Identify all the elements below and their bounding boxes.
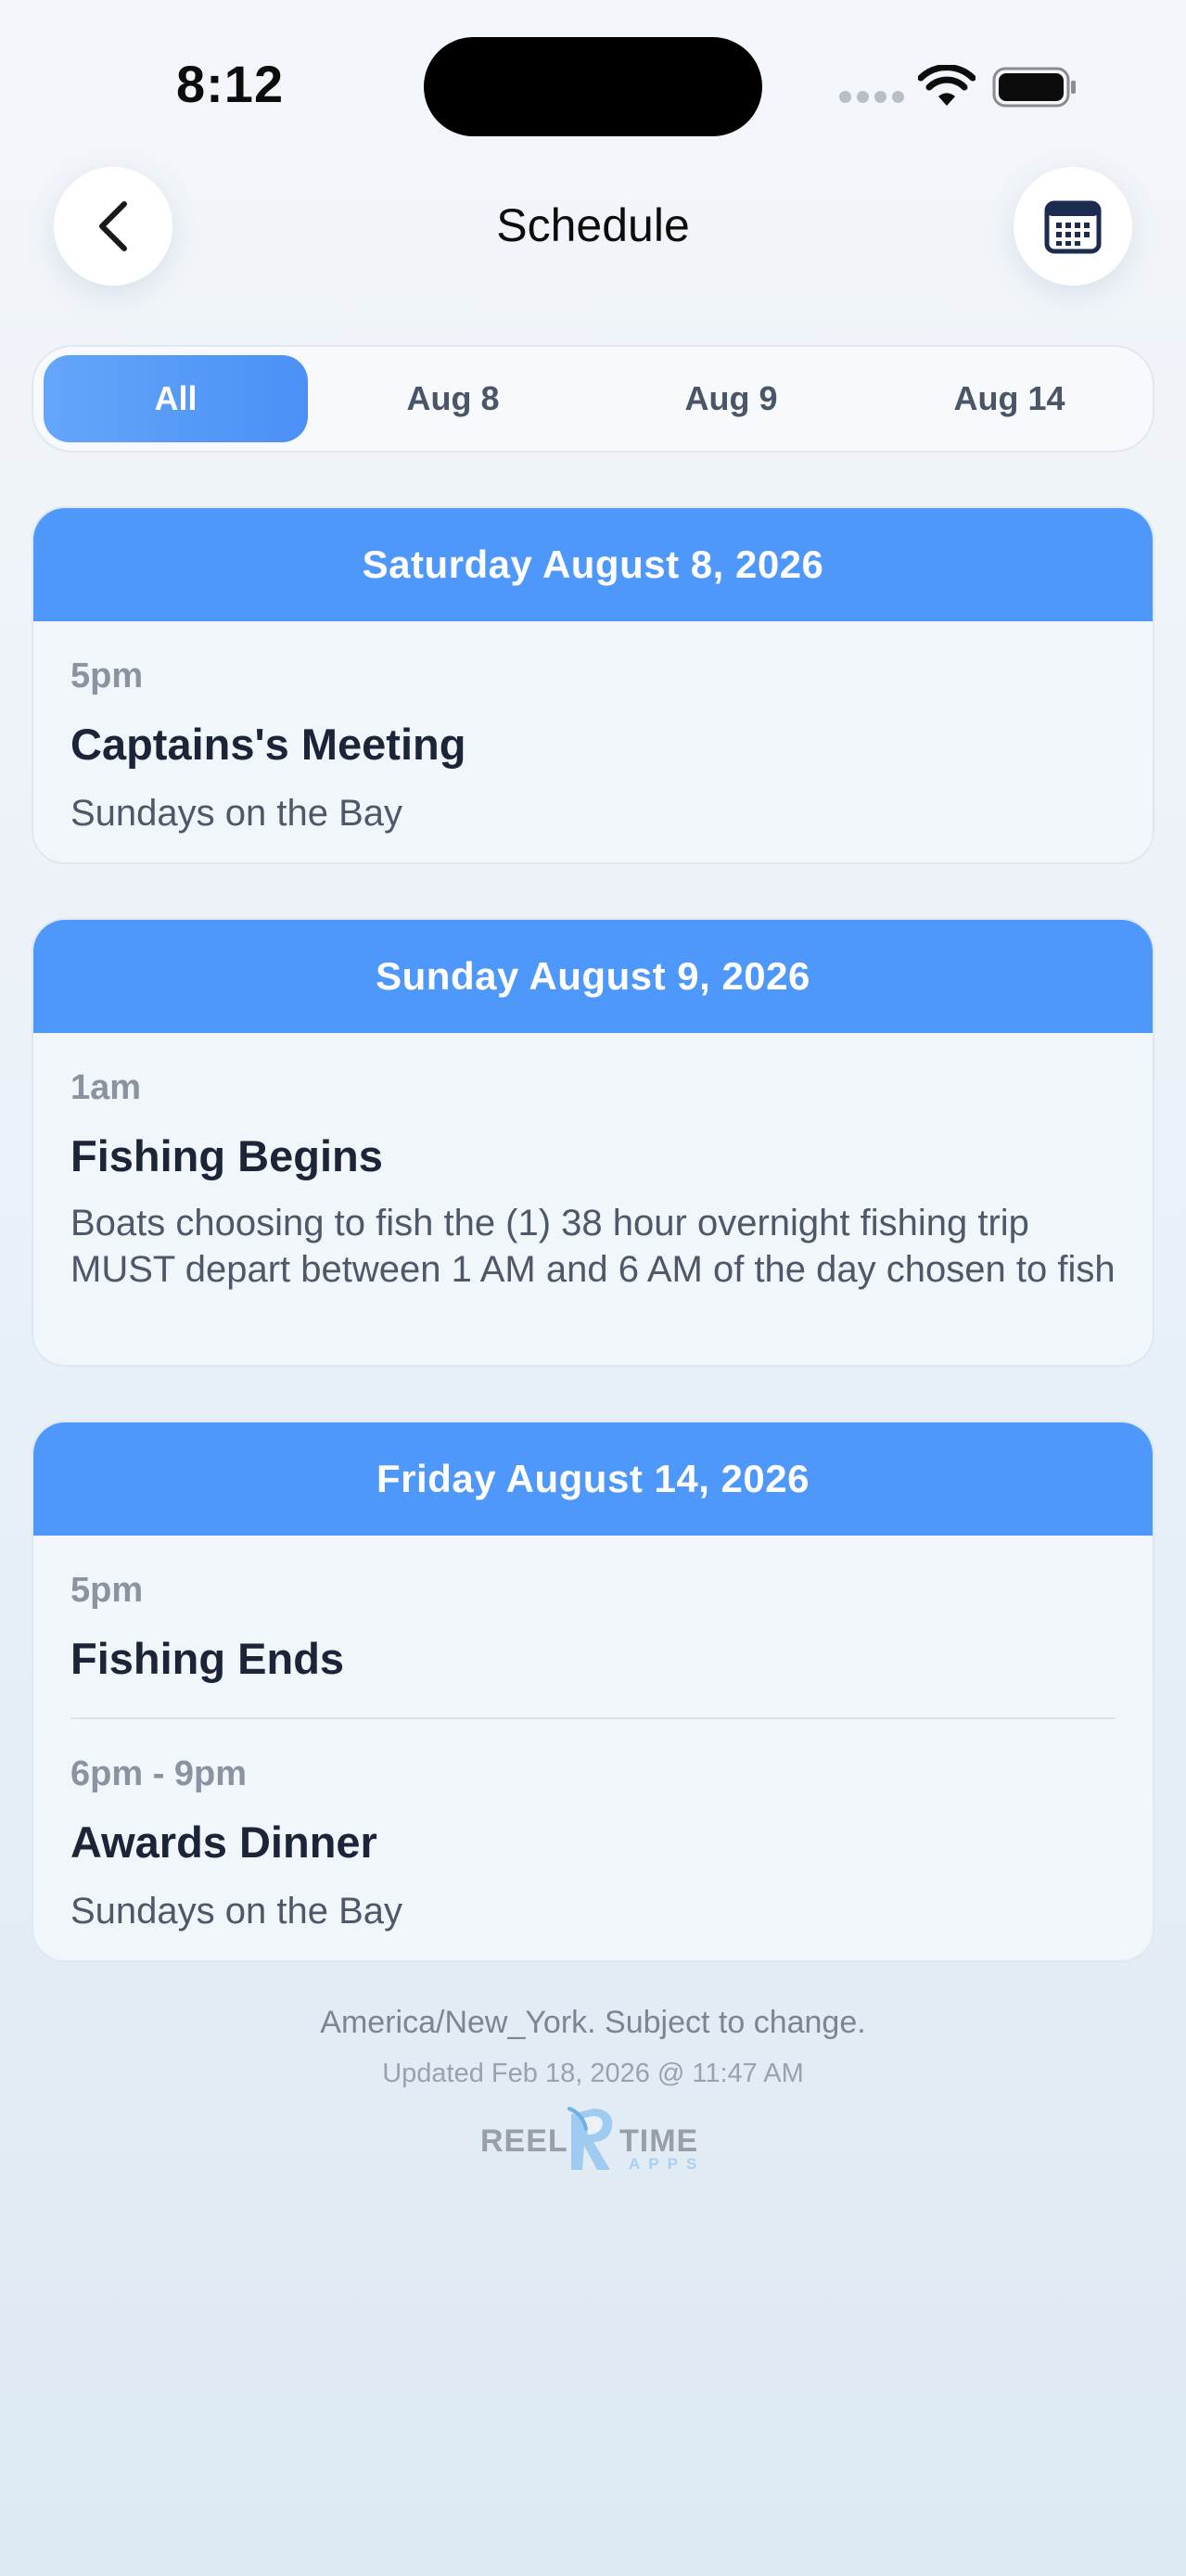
- logo-mark-icon: [567, 2107, 613, 2170]
- event-title: Fishing Ends: [70, 1634, 345, 1683]
- event-description: Sundays on the Bay: [70, 793, 403, 834]
- page-title: Schedule: [496, 199, 690, 251]
- event-title: Awards Dinner: [70, 1817, 377, 1867]
- tab-aug-8[interactable]: Aug 8: [321, 355, 585, 442]
- schedule-event[interactable]: 6pm - 9pm Awards Dinner Sundays on the B…: [33, 1719, 1153, 1934]
- status-bar: 8:12: [0, 0, 1186, 167]
- schedule-event[interactable]: 1am Fishing Begins Boats choosing to fis…: [33, 1033, 1153, 1293]
- calendar-button[interactable]: [1014, 167, 1132, 286]
- day-header: Saturday August 8, 2026: [33, 508, 1153, 621]
- event-time: 1am: [70, 1068, 142, 1107]
- tab-all[interactable]: All: [44, 355, 308, 442]
- event-time: 6pm - 9pm: [70, 1754, 248, 1793]
- wifi-icon: [918, 65, 976, 106]
- battery-icon: [992, 67, 1076, 108]
- event-title: Captains's Meeting: [70, 720, 466, 769]
- tab-aug-14[interactable]: Aug 14: [877, 355, 1141, 442]
- cellular-signal-icon: [839, 91, 904, 104]
- status-time: 8:12: [176, 55, 285, 113]
- day-header: Sunday August 9, 2026: [33, 920, 1153, 1033]
- event-time: 5pm: [70, 1571, 144, 1610]
- timezone-note: America/New_York. Subject to change.: [320, 2005, 866, 2040]
- reel-time-apps-logo: REEL TIME APPS: [480, 2105, 708, 2174]
- tab-aug-9[interactable]: Aug 9: [599, 355, 863, 442]
- logo-subtext: APPS: [629, 2155, 706, 2173]
- event-time: 5pm: [70, 657, 144, 695]
- day-card: Saturday August 8, 2026 5pm Captains's M…: [32, 506, 1154, 864]
- updated-timestamp: Updated Feb 18, 2026 @ 11:47 AM: [382, 2059, 804, 2088]
- day-card: Sunday August 9, 2026 1am Fishing Begins…: [32, 918, 1154, 1367]
- schedule-event[interactable]: 5pm Fishing Ends: [33, 1536, 1153, 1717]
- day-card: Friday August 14, 2026 5pm Fishing Ends …: [32, 1421, 1154, 1962]
- event-description: Sundays on the Bay: [70, 1891, 403, 1932]
- event-description: Boats choosing to fish the (1) 38 hour o…: [70, 1203, 1116, 1290]
- date-filter-tabs: All Aug 8 Aug 9 Aug 14: [32, 345, 1154, 453]
- dynamic-island: [424, 37, 762, 136]
- day-header: Friday August 14, 2026: [33, 1422, 1153, 1536]
- logo-text-left: REEL: [480, 2123, 568, 2159]
- calendar-icon: [1044, 200, 1102, 254]
- schedule-event[interactable]: 5pm Captains's Meeting Sundays on the Ba…: [33, 621, 1153, 836]
- event-title: Fishing Begins: [70, 1131, 383, 1180]
